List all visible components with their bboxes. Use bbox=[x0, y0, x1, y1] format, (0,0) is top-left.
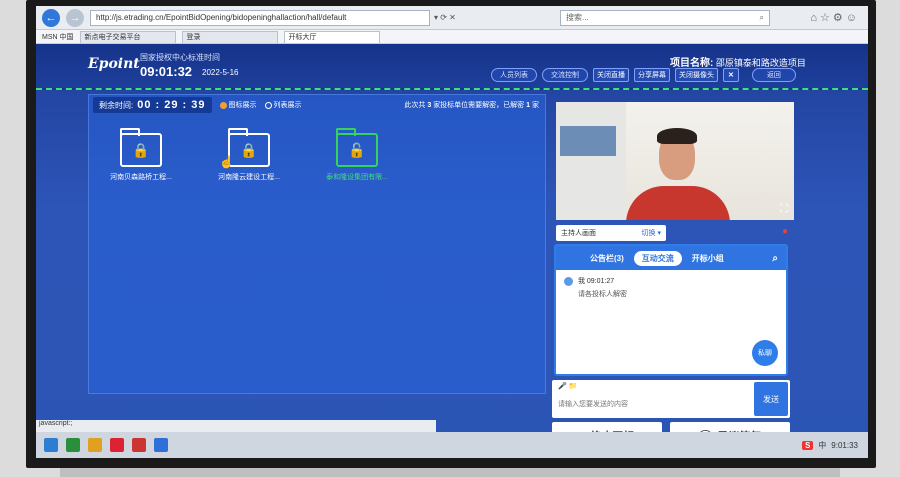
view-list-option[interactable]: 列表展示 bbox=[264, 100, 302, 110]
browser-toolbar: ← → http://js.etrading.cn/EpointBidOpeni… bbox=[36, 6, 868, 30]
chat-control-button[interactable]: 交流控制 bbox=[542, 68, 588, 82]
windows-start-icon[interactable] bbox=[44, 438, 58, 452]
header-buttons: 人员列表 交流控制 关闭直播 分享屏幕 关闭摄像头 ✕ 返回 bbox=[491, 68, 796, 82]
sogou-ime-icon[interactable]: S bbox=[801, 440, 814, 450]
bidder-folders: 🔒 河南贝森路桥工程... 🔒 河南隆云建设工程... 🔓 泰和隆设集团有限..… bbox=[101, 128, 397, 182]
search-icon[interactable]: ⌕ bbox=[760, 13, 764, 23]
green-app-icon[interactable] bbox=[66, 438, 80, 452]
remain-label: 剩余时间: bbox=[99, 100, 134, 110]
radio-checked-icon[interactable] bbox=[219, 101, 227, 109]
project-name: 邵原镇泰和路改造项目 bbox=[715, 58, 806, 68]
forward-arrow-icon[interactable]: → bbox=[66, 8, 84, 27]
avatar bbox=[564, 276, 573, 286]
close-icon[interactable]: ✕ bbox=[723, 68, 739, 82]
tab-opening-group[interactable]: 开标小组 bbox=[692, 253, 724, 264]
message-sender: 我 09:01:27 bbox=[577, 278, 615, 285]
locked-folder-icon[interactable]: 🔒 bbox=[228, 128, 270, 167]
taskbar: S 中 9:01:33 bbox=[36, 432, 868, 458]
video-board bbox=[560, 126, 616, 156]
close-camera-button[interactable]: 关闭摄像头 bbox=[675, 68, 718, 82]
project-title: 项目名称: 邵原镇泰和路改造项目 bbox=[670, 54, 806, 69]
app-header: Epoint 国家授权中心标准时间 09:01:32 2022-5-16 项目名… bbox=[36, 44, 868, 90]
time-label: 国家授权中心标准时间 bbox=[140, 53, 220, 62]
system-tray: S 中 9:01:33 bbox=[801, 440, 858, 451]
app-icon[interactable] bbox=[132, 438, 146, 452]
tab-login[interactable]: 登录 bbox=[181, 30, 278, 43]
search-icon[interactable]: ⌕ bbox=[772, 253, 778, 264]
message-input[interactable] bbox=[558, 396, 748, 412]
view-list-label: 列表展示 bbox=[273, 102, 302, 109]
back-arrow-icon[interactable]: ← bbox=[42, 8, 60, 27]
chat-panel: 公告栏(3) 互动交流 开标小组 ⌕ 我 09:01:27 请各投标人解密 私聊 bbox=[554, 244, 788, 376]
tray-time: 9:01:33 bbox=[831, 440, 858, 450]
message-text: 请各投标人解密 bbox=[578, 291, 627, 298]
person-hair bbox=[657, 128, 697, 144]
host-select-value: 主持人画面 bbox=[561, 230, 596, 237]
person-body bbox=[626, 186, 730, 220]
tab-interaction[interactable]: 互动交流 bbox=[633, 250, 682, 266]
host-row: 主持人画面 切换 ▾ bbox=[556, 225, 666, 241]
bidder-folder[interactable]: 🔒 河南贝森路桥工程... bbox=[101, 128, 181, 182]
chat-message: 我 09:01:27 请各投标人解密 bbox=[556, 270, 786, 305]
summary-prefix: 此次共 bbox=[404, 102, 426, 109]
panel-toolbar: 剩余时间: 00 : 29 : 39 图标展示 列表展示 此次共 3 家投标单位… bbox=[89, 95, 545, 115]
video-background bbox=[556, 102, 626, 220]
bidder-panel: 剩余时间: 00 : 29 : 39 图标展示 列表展示 此次共 3 家投标单位… bbox=[88, 94, 546, 394]
browser-status: javascript:; bbox=[36, 420, 436, 432]
clock: 09:01:32 bbox=[140, 64, 193, 79]
location-pin-icon: ● bbox=[782, 226, 789, 237]
bidder-folder[interactable]: 🔓 泰和隆设集团有限... bbox=[317, 128, 397, 182]
fullscreen-icon[interactable]: ⛶ bbox=[780, 203, 788, 216]
chat-tabs: 公告栏(3) 互动交流 开标小组 ⌕ bbox=[556, 246, 786, 270]
unlocked-folder-icon[interactable]: 🔓 bbox=[336, 128, 378, 167]
favorites-bar: MSN 中国 新点电子交易平台 登录 开标大厅 bbox=[36, 30, 868, 44]
favorite-msn[interactable]: MSN 中国 bbox=[36, 32, 74, 42]
send-button[interactable]: 发送 bbox=[754, 382, 788, 416]
address-actions[interactable]: ▾ ⟳ ✕ bbox=[434, 13, 544, 22]
decrypted-count: 1 bbox=[526, 102, 531, 109]
cursor-icon: ☝ bbox=[219, 155, 234, 169]
bidder-name: 河南贝森路桥工程... bbox=[110, 174, 172, 181]
remaining-time: 剩余时间: 00 : 29 : 39 bbox=[93, 97, 212, 113]
search-placeholder: 搜索... bbox=[566, 13, 589, 22]
share-screen-button[interactable]: 分享屏幕 bbox=[634, 68, 670, 82]
summary-suffix: 家 bbox=[532, 102, 539, 109]
back-button[interactable]: 返回 bbox=[751, 68, 796, 82]
total-count: 3 bbox=[427, 102, 432, 109]
host-video: ⛶ bbox=[556, 102, 794, 220]
people-list-button[interactable]: 人员列表 bbox=[491, 68, 537, 82]
bidder-name: 泰和隆设集团有限... bbox=[326, 174, 388, 181]
host-view-select[interactable]: 主持人画面 切换 ▾ bbox=[556, 225, 666, 241]
radio-unchecked-icon[interactable] bbox=[264, 101, 272, 109]
decrypt-summary: 此次共 3 家投标单位需要解密，已解密 1 家 bbox=[404, 100, 539, 110]
monitor-stand bbox=[60, 468, 840, 477]
search-input[interactable]: 搜索... ⌕ bbox=[560, 9, 770, 26]
message-composer: 🎤 📁 发送 bbox=[552, 380, 790, 418]
office-icon[interactable] bbox=[110, 438, 124, 452]
view-icon-label: 图标展示 bbox=[228, 102, 257, 109]
tab-bulletin[interactable]: 公告栏(3) bbox=[590, 253, 624, 264]
lang-indicator[interactable]: 中 bbox=[818, 440, 826, 451]
remain-value: 00 : 29 : 39 bbox=[137, 99, 206, 111]
ie-icon[interactable] bbox=[154, 438, 168, 452]
screen: ← → http://js.etrading.cn/EpointBidOpeni… bbox=[36, 6, 868, 458]
browser-icons[interactable]: ⌂☆⚙☺ bbox=[810, 11, 860, 24]
address-bar[interactable]: http://js.etrading.cn/EpointBidOpening/b… bbox=[90, 9, 430, 26]
bid-opening-app: Epoint 国家授权中心标准时间 09:01:32 2022-5-16 项目名… bbox=[36, 44, 868, 458]
switch-label[interactable]: 切换 ▾ bbox=[642, 228, 661, 238]
explorer-icon[interactable] bbox=[88, 438, 102, 452]
tab-opening-hall[interactable]: 开标大厅 bbox=[283, 30, 380, 43]
private-chat-button[interactable]: 私聊 bbox=[752, 340, 778, 366]
close-live-button[interactable]: 关闭直播 bbox=[593, 68, 629, 82]
epoint-logo: Epoint bbox=[88, 56, 140, 72]
tab-trading-platform[interactable]: 新点电子交易平台 bbox=[79, 30, 176, 43]
date: 2022-5-16 bbox=[202, 68, 239, 77]
summary-mid: 家投标单位需要解密，已解密 bbox=[433, 102, 525, 109]
mic-folder-icons[interactable]: 🎤 📁 bbox=[558, 382, 577, 390]
bidder-name: 河南隆云建设工程... bbox=[218, 174, 280, 181]
view-icon-option[interactable]: 图标展示 bbox=[219, 100, 257, 110]
locked-folder-icon[interactable]: 🔒 bbox=[120, 128, 162, 167]
